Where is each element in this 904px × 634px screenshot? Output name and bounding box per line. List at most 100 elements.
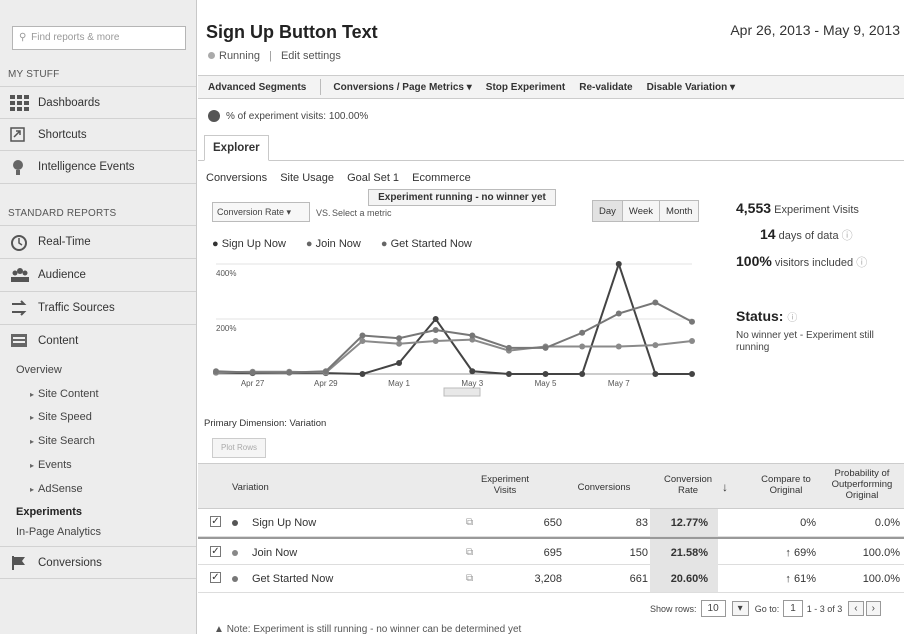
- standard-reports-title: STANDARD REPORTS: [8, 208, 117, 219]
- col-compare-original[interactable]: Compare to Original: [754, 474, 818, 496]
- help-icon[interactable]: ⓘ: [856, 257, 867, 269]
- data-point: [396, 335, 403, 342]
- chart-scroll-handle: [443, 387, 481, 397]
- goto-input[interactable]: 1: [783, 600, 803, 617]
- sidebar-item-shortcuts[interactable]: Shortcuts: [0, 118, 196, 150]
- goto-label: Go to:: [754, 603, 780, 614]
- col-experiment-visits[interactable]: Experiment Visits: [470, 474, 540, 496]
- data-point: [652, 342, 659, 349]
- month-button[interactable]: Month: [659, 200, 700, 222]
- col-conversion-rate[interactable]: Conversion Rate: [658, 474, 718, 496]
- subnav-ecommerce[interactable]: Ecommerce: [412, 172, 471, 184]
- subnav-site-usage[interactable]: Site Usage: [280, 172, 334, 184]
- status-label: Status: ⓘ: [736, 308, 797, 324]
- data-point: [652, 371, 659, 377]
- primary-dimension-value[interactable]: Variation: [290, 418, 327, 429]
- stat-value: 14: [760, 226, 776, 242]
- data-point: [689, 318, 695, 325]
- chart-legend: ● Sign Up Now ● Join Now ● Get Started N…: [212, 238, 492, 250]
- subnav-conversions[interactable]: Conversions: [206, 172, 267, 184]
- sidebar-item-label: Content: [38, 334, 79, 347]
- subnav-goal-set-1[interactable]: Goal Set 1: [347, 172, 399, 184]
- metric-select[interactable]: Conversion Rate ▾: [212, 202, 310, 222]
- col-conversions[interactable]: Conversions: [564, 482, 644, 493]
- variations-table: Variation Experiment Visits Conversions …: [198, 463, 904, 593]
- show-rows-select[interactable]: 10: [700, 600, 726, 617]
- data-point: [579, 371, 586, 377]
- sidebar-item-label: Dashboards: [38, 96, 101, 109]
- sidebar-item-content[interactable]: Content: [0, 324, 196, 356]
- variation-name[interactable]: Sign Up Now: [252, 517, 316, 529]
- advanced-segments-button[interactable]: Advanced Segments: [208, 82, 306, 93]
- row-checkbox[interactable]: ✓: [210, 572, 221, 583]
- conversions-page-metrics-menu[interactable]: Conversions / Page Metrics ▾: [333, 82, 471, 93]
- visits-cell: 695: [543, 547, 562, 559]
- variation-name[interactable]: Join Now: [252, 547, 297, 559]
- next-page-icon[interactable]: ›: [865, 601, 881, 616]
- plot-rows-button[interactable]: Plot Rows: [212, 438, 266, 458]
- row-checkbox[interactable]: ✓: [210, 546, 221, 557]
- disable-variation-menu[interactable]: Disable Variation ▾: [647, 82, 735, 93]
- sidebar-sub-in-page-analytics[interactable]: In-Page Analytics: [16, 526, 101, 538]
- legend-item: ● Sign Up Now: [212, 238, 286, 250]
- data-point: [396, 340, 403, 347]
- day-button[interactable]: Day: [592, 200, 623, 222]
- sidebar-sub-site-content[interactable]: Site Content: [30, 388, 99, 400]
- sidebar-sub-adsense[interactable]: AdSense: [30, 483, 83, 495]
- sidebar-item-label: Conversions: [38, 556, 102, 569]
- sidebar-sub-site-speed[interactable]: Site Speed: [30, 411, 92, 423]
- open-page-icon[interactable]: ⧉: [466, 573, 473, 584]
- data-point: [432, 338, 439, 344]
- search-input[interactable]: ⚲ Find reports & more: [12, 26, 186, 50]
- legend-label: Sign Up Now: [221, 238, 286, 250]
- week-button[interactable]: Week: [621, 200, 661, 222]
- tab-explorer[interactable]: Explorer: [204, 135, 269, 161]
- stat-label: visitors included: [774, 257, 854, 269]
- dropdown-arrow-icon[interactable]: ▾: [731, 601, 749, 616]
- stat-days: 14 days of data ⓘ: [736, 226, 904, 243]
- data-point: [615, 343, 622, 350]
- series-bullet: [232, 576, 238, 582]
- conversions-cell: 150: [629, 547, 648, 559]
- edit-settings-link[interactable]: Edit settings: [281, 50, 341, 62]
- realtime-icon: [10, 234, 30, 251]
- open-page-icon[interactable]: ⧉: [466, 547, 473, 558]
- dashboard-grid-icon: [10, 94, 30, 111]
- variation-name[interactable]: Get Started Now: [252, 573, 333, 585]
- sidebar-item-traffic-sources[interactable]: Traffic Sources: [0, 291, 196, 323]
- main-content: Sign Up Button Text Running | Edit setti…: [198, 0, 904, 634]
- compare-cell: ↑ 69%: [785, 547, 816, 559]
- col-variation[interactable]: Variation: [232, 482, 269, 493]
- sort-down-icon[interactable]: ↓: [720, 480, 730, 494]
- sidebar-item-conversions[interactable]: Conversions: [0, 546, 196, 578]
- flag-icon: [10, 555, 30, 571]
- sidebar-item-dashboards[interactable]: Dashboards: [0, 86, 196, 118]
- lightbulb-icon: [10, 159, 30, 175]
- data-point: [359, 371, 366, 377]
- prev-page-icon[interactable]: ‹: [848, 601, 864, 616]
- sidebar-sub-site-search[interactable]: Site Search: [30, 435, 95, 447]
- search-icon: ⚲: [19, 32, 27, 43]
- sidebar-item-audience[interactable]: Audience: [0, 258, 196, 290]
- sidebar-sub-events[interactable]: Events: [30, 459, 72, 471]
- open-page-icon[interactable]: ⧉: [466, 517, 473, 528]
- sidebar-sub-overview[interactable]: Overview: [16, 364, 62, 376]
- revalidate-button[interactable]: Re-validate: [579, 82, 632, 93]
- range-buttons: Day Week Month: [592, 200, 700, 222]
- data-point: [469, 332, 476, 339]
- data-point: [432, 327, 439, 333]
- sidebar-item-intelligence-events[interactable]: Intelligence Events: [0, 150, 196, 182]
- date-range-selector[interactable]: Apr 26, 2013 - May 9, 2013: [730, 22, 900, 38]
- help-icon[interactable]: ⓘ: [842, 230, 853, 242]
- sidebar-item-real-time[interactable]: Real-Time: [0, 225, 196, 257]
- sidebar-sub-experiments[interactable]: Experiments: [16, 506, 82, 518]
- stop-experiment-button[interactable]: Stop Experiment: [486, 82, 565, 93]
- data-point: [469, 368, 476, 375]
- col-probability[interactable]: Probability of Outperforming Original: [822, 468, 902, 501]
- row-checkbox[interactable]: ✓: [210, 516, 221, 527]
- help-icon[interactable]: ⓘ: [787, 313, 797, 324]
- select-metric-link[interactable]: Select a metric: [332, 208, 392, 218]
- shortcuts-icon: [10, 126, 30, 143]
- status-label-text: Status:: [736, 308, 784, 324]
- vs-label: VS.: [316, 208, 331, 218]
